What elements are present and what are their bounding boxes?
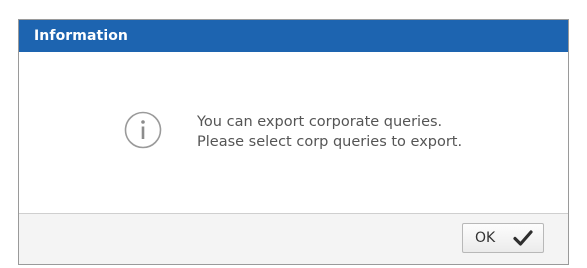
- info-icon: [124, 111, 162, 149]
- ok-button[interactable]: OK: [462, 223, 544, 253]
- ok-button-label: OK: [475, 230, 496, 246]
- dialog-footer: OK: [19, 213, 568, 264]
- dialog-content: You can export corporate queries. Please…: [19, 52, 568, 213]
- dialog-message: You can export corporate queries. Please…: [197, 112, 462, 152]
- message-line-2: Please select corp queries to export.: [197, 134, 463, 150]
- information-dialog: Information You can export corporate que…: [18, 19, 569, 265]
- dialog-title: Information: [34, 28, 129, 44]
- dialog-titlebar[interactable]: Information: [19, 20, 568, 52]
- message-line-1: You can export corporate queries.: [197, 114, 443, 130]
- checkmark-icon: [513, 230, 533, 246]
